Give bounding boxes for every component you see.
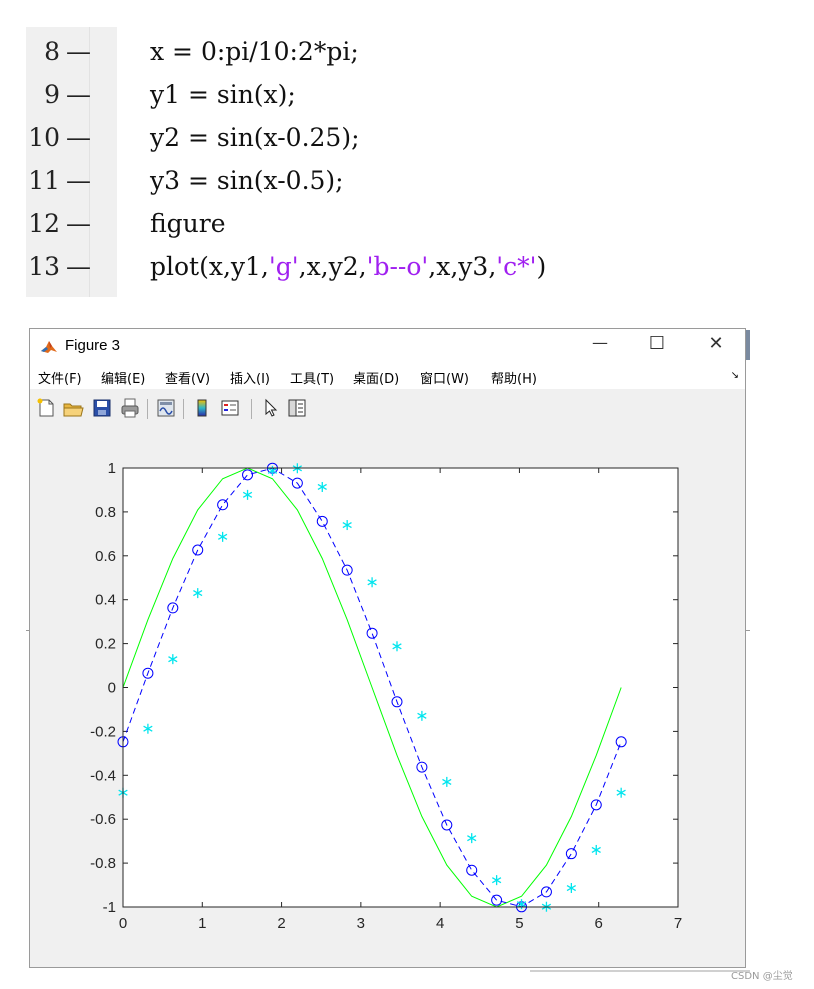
background-divider	[746, 630, 750, 631]
y-tick-label: -0.6	[90, 811, 116, 828]
menu-tools[interactable]: 工具(T)	[290, 368, 334, 387]
menu-window[interactable]: 窗口(W)	[420, 368, 469, 387]
x-tick-label: 5	[515, 915, 523, 932]
code-token: )	[536, 252, 547, 281]
menu-file[interactable]: 文件(F)	[38, 368, 82, 387]
x-tick-label: 6	[595, 915, 603, 932]
background-divider	[530, 970, 750, 972]
string-literal: 'c*'	[496, 252, 537, 281]
toolbar-separator	[147, 399, 148, 419]
new-figure-icon[interactable]	[35, 397, 57, 419]
close-button[interactable]: ✕	[696, 333, 736, 359]
y-tick-label: -0.4	[90, 767, 116, 784]
line-number: 10	[28, 123, 60, 152]
line-number: 8	[44, 37, 60, 66]
y-tick-label: -0.2	[90, 723, 116, 740]
menu-help[interactable]: 帮助(H)	[491, 368, 537, 387]
x-tick-label: 2	[277, 915, 285, 932]
window-title: Figure 3	[65, 337, 121, 354]
save-icon[interactable]	[91, 397, 113, 419]
maximize-button[interactable]: ☐	[637, 333, 677, 359]
executable-line-marker: —	[66, 209, 91, 238]
y-tick-label: 1	[108, 460, 116, 477]
code-token: y2 = sin(x-0.25);	[150, 123, 360, 152]
code-line: 9— y1 = sin(x);	[26, 74, 716, 114]
background-divider	[26, 630, 29, 631]
x-tick-label: 3	[357, 915, 365, 932]
menu-desktop[interactable]: 桌面(D)	[353, 368, 399, 387]
menu-edit[interactable]: 编辑(E)	[101, 368, 145, 387]
code-token: figure	[150, 209, 226, 238]
x-tick-label: 7	[674, 915, 682, 932]
background-window-edge	[746, 330, 750, 360]
open-file-icon[interactable]	[62, 397, 84, 419]
code-editor-snippet: 8— x = 0:pi/10:2*pi; 9— y1 = sin(x); 10— y2 =…	[26, 27, 716, 297]
code-text: x = 0:pi/10:2*pi;	[150, 37, 359, 66]
string-literal: 'b--o'	[366, 252, 429, 281]
code-token: ,x,y2,	[298, 252, 367, 281]
executable-line-marker: —	[66, 166, 91, 195]
code-token: y1 = sin(x);	[150, 80, 296, 109]
code-text: plot(x,y1,'g',x,y2,'b--o',x,y3,'c*')	[150, 252, 546, 281]
executable-line-marker: —	[66, 252, 91, 281]
code-line: 13— plot(x,y1,'g',x,y2,'b--o',x,y3,'c*')	[26, 246, 716, 286]
code-token: x = 0:pi/10:2*pi;	[150, 37, 359, 66]
code-text: y3 = sin(x-0.5);	[150, 166, 344, 195]
y-tick-label: 0.2	[95, 636, 116, 653]
print-icon[interactable]	[119, 397, 141, 419]
menu-insert[interactable]: 插入(I)	[230, 368, 270, 387]
code-line: 10— y2 = sin(x-0.25);	[26, 117, 716, 157]
executable-line-marker: —	[66, 123, 91, 152]
y-tick-label: -1	[103, 899, 116, 916]
executable-line-marker: —	[66, 37, 91, 66]
y-tick-label: -0.8	[90, 855, 116, 872]
line-number: 12	[28, 209, 60, 238]
link-plot-icon[interactable]	[155, 397, 177, 419]
dock-arrow-icon[interactable]: ↘	[731, 370, 739, 381]
code-text: y2 = sin(x-0.25);	[150, 123, 360, 152]
line-number: 9	[44, 80, 60, 109]
code-token: y3 = sin(x-0.5);	[150, 166, 344, 195]
string-literal: 'g'	[268, 252, 299, 281]
title-bar[interactable]: Figure 3 — ☐ ✕	[30, 329, 745, 363]
pointer-icon[interactable]	[259, 397, 281, 419]
property-editor-icon[interactable]	[286, 397, 308, 419]
plot-area: 0 1 2 3 4 5 6 7 1 0.8 0.6 0.4 0.2 0 -0.2 -0.4 -0.6 -0.8 -1	[30, 425, 745, 967]
executable-line-marker: —	[66, 80, 91, 109]
line-number: 13	[28, 252, 60, 281]
minimize-button[interactable]: —	[580, 333, 620, 359]
legend-icon[interactable]	[219, 397, 241, 419]
toolbar	[30, 393, 745, 426]
code-token: ,x,y3,	[428, 252, 497, 281]
code-token: plot(x,y1,	[150, 252, 269, 281]
colorbar-icon[interactable]	[191, 397, 213, 419]
matlab-logo-icon	[40, 338, 58, 356]
x-tick-label: 4	[436, 915, 444, 932]
y-tick-label: 0.4	[95, 592, 116, 609]
code-text: figure	[150, 209, 226, 238]
y-tick-label: 0.6	[95, 548, 116, 565]
menu-bar: 文件(F) 编辑(E) 查看(V) 插入(I) 工具(T) 桌面(D) 窗口(W…	[30, 363, 745, 389]
watermark: CSDN @尘觉	[731, 971, 793, 982]
toolbar-separator	[183, 399, 184, 419]
x-tick-label: 1	[198, 915, 206, 932]
code-text: y1 = sin(x);	[150, 80, 296, 109]
line-number: 11	[28, 166, 60, 195]
toolbar-separator	[251, 399, 252, 419]
code-line: 11— y3 = sin(x-0.5);	[26, 160, 716, 200]
figure-window: Figure 3 — ☐ ✕ 文件(F) 编辑(E) 查看(V) 插入(I) 工…	[29, 328, 746, 968]
y-tick-label: 0.8	[95, 504, 116, 521]
x-tick-label: 0	[119, 915, 127, 932]
code-line: 8— x = 0:pi/10:2*pi;	[26, 31, 716, 71]
code-line: 12— figure	[26, 203, 716, 243]
y-tick-label: 0	[108, 680, 116, 697]
menu-view[interactable]: 查看(V)	[165, 368, 210, 387]
